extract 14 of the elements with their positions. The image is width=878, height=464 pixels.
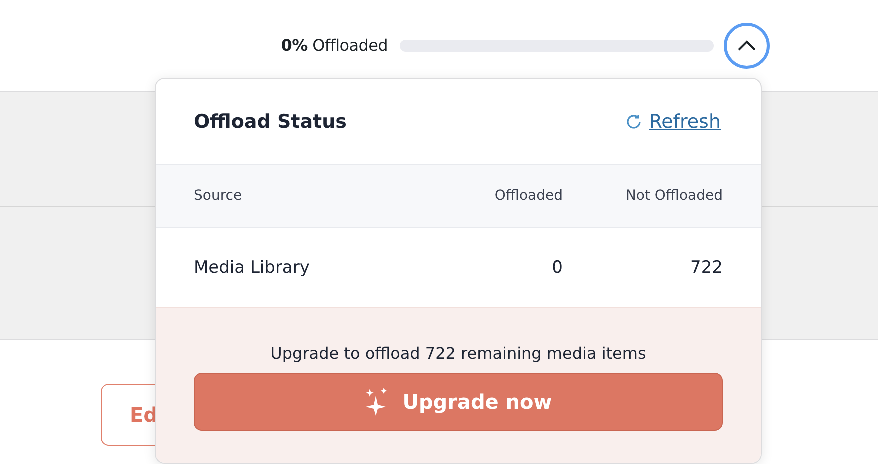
table-cell-text: Media Library [194, 258, 311, 278]
refresh-icon [625, 112, 644, 130]
column-header: Source [194, 188, 244, 204]
progress-label: 0% Offloaded [281, 36, 388, 55]
column-header: Not Offloaded [626, 188, 723, 204]
column-header: Offloaded [494, 188, 563, 204]
collapse-toggle[interactable] [724, 22, 770, 68]
chevron-icon [737, 40, 757, 52]
table-cell: 0 [552, 258, 563, 278]
table-cell: 722 [690, 258, 723, 278]
upgrade-message: Upgrade to offload 722 remaining media items [270, 344, 648, 363]
refresh-link[interactable]: Refresh [625, 110, 721, 132]
popover-title: Offload Status [194, 110, 347, 132]
upgrade-button[interactable]: Upgrade now [194, 373, 723, 431]
